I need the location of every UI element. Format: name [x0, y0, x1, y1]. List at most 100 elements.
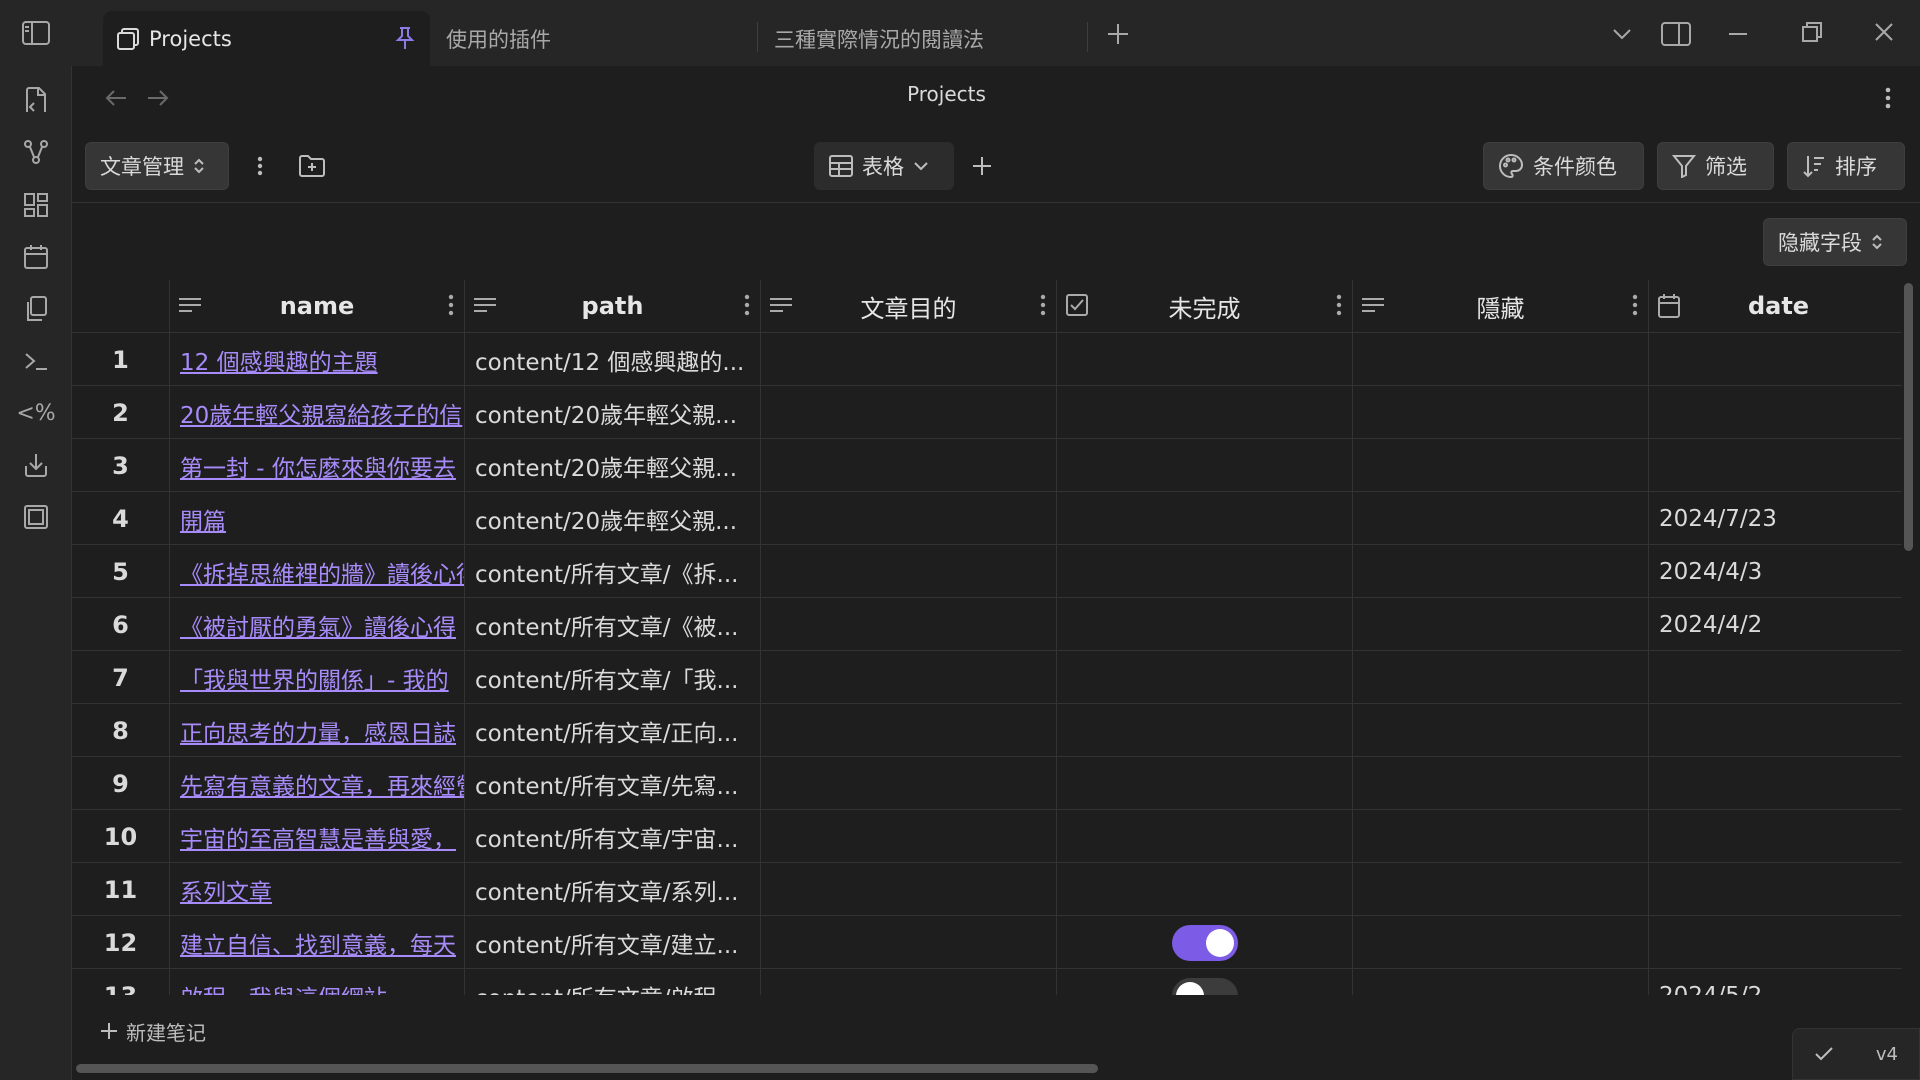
cell-date[interactable]: 2024/4/2 [1649, 598, 1902, 651]
cell-hidden[interactable] [1353, 598, 1649, 651]
cell-unfinished[interactable] [1057, 969, 1353, 995]
cell-path[interactable]: content/12 個感興趣的... [465, 333, 761, 386]
cell-name[interactable]: 先寫有意義的文章，再來經營 [170, 757, 465, 810]
cell-purpose[interactable] [761, 598, 1057, 651]
column-header-文章目的[interactable]: 文章目的 [761, 280, 1057, 333]
calendar-icon[interactable] [16, 237, 56, 277]
cell-path[interactable]: content/所有文章/《拆... [465, 545, 761, 598]
cell-date[interactable] [1649, 916, 1902, 969]
cell-path[interactable]: content/所有文章/宇宙... [465, 810, 761, 863]
tab-plugins[interactable]: 使用的插件 [430, 11, 758, 66]
cell-hidden[interactable] [1353, 439, 1649, 492]
column-header-隱藏[interactable]: 隱藏 [1353, 280, 1649, 333]
column-menu-icon[interactable] [744, 294, 750, 316]
note-link[interactable]: 《拆掉思維裡的牆》讀後心得 [180, 555, 464, 589]
cell-unfinished[interactable] [1057, 439, 1353, 492]
sidebar-toggle-icon[interactable] [16, 14, 56, 52]
cell-path[interactable]: content/20歲年輕父親... [465, 492, 761, 545]
conditional-color-button[interactable]: 条件颜色 [1483, 142, 1644, 190]
vertical-scrollbar[interactable] [1904, 283, 1913, 551]
terminal-icon[interactable] [16, 341, 56, 381]
cell-name[interactable]: 「我與世界的關係」- 我的 [170, 651, 465, 704]
templater-icon[interactable]: <% [16, 393, 56, 433]
hide-fields-button[interactable]: 隐藏字段 [1763, 218, 1907, 266]
cell-name[interactable]: 啟程 - 我與這個網站 [170, 969, 465, 995]
note-link[interactable]: 宇宙的至高智慧是善與愛， [180, 820, 456, 854]
cell-unfinished[interactable] [1057, 810, 1353, 863]
column-menu-icon[interactable] [1040, 294, 1046, 316]
cell-unfinished[interactable] [1057, 386, 1353, 439]
check-icon[interactable] [1814, 1046, 1834, 1062]
column-menu-icon[interactable] [448, 294, 454, 316]
minimize-icon[interactable] [1720, 16, 1756, 52]
sort-button[interactable]: 排序 [1787, 142, 1905, 190]
cell-purpose[interactable] [761, 916, 1057, 969]
column-header-date[interactable]: date [1649, 280, 1902, 333]
cell-unfinished[interactable] [1057, 333, 1353, 386]
cell-name[interactable]: 20歲年輕父親寫給孩子的信 [170, 386, 465, 439]
cell-hidden[interactable] [1353, 333, 1649, 386]
restore-icon[interactable] [1794, 14, 1830, 50]
cell-name[interactable]: 《拆掉思維裡的牆》讀後心得 [170, 545, 465, 598]
cell-date[interactable]: 2024/7/23 [1649, 492, 1902, 545]
cell-hidden[interactable] [1353, 757, 1649, 810]
cell-name[interactable]: 12 個感興趣的主題 [170, 333, 465, 386]
cell-name[interactable]: 《被討厭的勇氣》讀後心得 [170, 598, 465, 651]
cell-name[interactable]: 第一封 - 你怎麼來與你要去 [170, 439, 465, 492]
cell-purpose[interactable] [761, 651, 1057, 704]
column-menu-icon[interactable] [1336, 294, 1342, 316]
note-link[interactable]: 啟程 - 我與這個網站 [180, 979, 387, 996]
cell-date[interactable] [1649, 333, 1902, 386]
cell-purpose[interactable] [761, 545, 1057, 598]
cell-path[interactable]: content/所有文章/系列... [465, 863, 761, 916]
document-stack-icon[interactable] [16, 497, 56, 537]
column-header-name[interactable]: name [170, 280, 465, 333]
more-options-icon[interactable] [248, 150, 272, 182]
cell-path[interactable]: content/所有文章/《被... [465, 598, 761, 651]
cell-unfinished[interactable] [1057, 916, 1353, 969]
cell-name[interactable]: 開篇 [170, 492, 465, 545]
column-header-path[interactable]: path [465, 280, 761, 333]
cell-hidden[interactable] [1353, 545, 1649, 598]
cell-path[interactable]: content/所有文章/先寫... [465, 757, 761, 810]
filter-button[interactable]: 筛选 [1657, 142, 1774, 190]
cell-hidden[interactable] [1353, 810, 1649, 863]
cell-purpose[interactable] [761, 757, 1057, 810]
column-header-未完成[interactable]: 未完成 [1057, 280, 1353, 333]
cell-name[interactable]: 建立自信、找到意義，每天 [170, 916, 465, 969]
cell-path[interactable]: content/所有文章/建立... [465, 916, 761, 969]
cell-date[interactable] [1649, 386, 1902, 439]
cell-unfinished[interactable] [1057, 545, 1353, 598]
copy-files-icon[interactable] [16, 289, 56, 329]
cell-path[interactable]: content/20歲年輕父親... [465, 439, 761, 492]
cell-date[interactable] [1649, 757, 1902, 810]
cell-hidden[interactable] [1353, 704, 1649, 757]
graph-view-icon[interactable] [16, 132, 56, 172]
column-menu-icon[interactable] [1632, 294, 1638, 316]
cell-hidden[interactable] [1353, 863, 1649, 916]
note-link[interactable]: 先寫有意義的文章，再來經營 [180, 767, 464, 801]
add-view-plus-icon[interactable] [966, 150, 998, 182]
cell-purpose[interactable] [761, 969, 1057, 995]
note-link[interactable]: 建立自信、找到意義，每天 [180, 926, 456, 960]
chevron-down-icon[interactable] [1604, 18, 1640, 50]
toggle-switch[interactable] [1171, 977, 1238, 995]
cell-path[interactable]: content/所有文章/「我... [465, 651, 761, 704]
note-link[interactable]: 系列文章 [180, 873, 272, 907]
cell-path[interactable]: content/20歲年輕父親... [465, 386, 761, 439]
cell-date[interactable]: 2024/4/3 [1649, 545, 1902, 598]
new-folder-icon[interactable] [294, 148, 330, 184]
base-select[interactable]: 文章管理 [85, 142, 229, 190]
cell-purpose[interactable] [761, 333, 1057, 386]
cell-date[interactable] [1649, 810, 1902, 863]
cell-purpose[interactable] [761, 704, 1057, 757]
import-icon[interactable] [16, 445, 56, 485]
cell-purpose[interactable] [761, 386, 1057, 439]
cell-name[interactable]: 系列文章 [170, 863, 465, 916]
cell-hidden[interactable] [1353, 969, 1649, 995]
cell-date[interactable] [1649, 439, 1902, 492]
horizontal-scrollbar[interactable] [76, 1064, 1098, 1073]
cell-hidden[interactable] [1353, 386, 1649, 439]
cell-unfinished[interactable] [1057, 863, 1353, 916]
cell-purpose[interactable] [761, 439, 1057, 492]
